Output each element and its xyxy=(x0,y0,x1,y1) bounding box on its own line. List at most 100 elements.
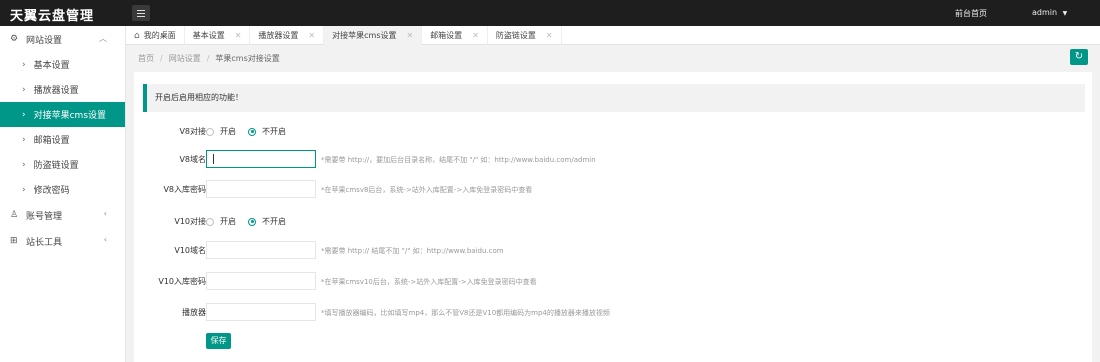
v10-password-hint: *在苹果cmsv10后台，系统->站外入库配置->入库免登录密码中查看 xyxy=(321,278,537,286)
app-title: 天翼云盘管理 xyxy=(10,9,95,24)
chevron-left-icon: ‹ xyxy=(103,235,107,244)
refresh-button[interactable]: ↻ xyxy=(1070,49,1088,65)
sidebar-item-label: 修改密码 xyxy=(33,186,70,196)
gear-icon: ⚙ xyxy=(10,33,19,44)
chevron-left-icon: ‹ xyxy=(103,209,107,218)
notice-banner: 开启后启用相应的功能！ xyxy=(143,84,1085,112)
text-cursor xyxy=(213,154,214,164)
sidebar-item-label: 基本设置 xyxy=(33,61,70,71)
tab-label: 对接苹果cms设置 xyxy=(332,31,397,40)
user-icon: ♙ xyxy=(10,209,19,220)
chevron-right-icon: › xyxy=(22,134,26,145)
v8-domain-row: V8域名 *需要带 http://，要加后台目录名称，结尾不加 "/" 如：ht… xyxy=(134,149,1092,169)
radio-label: 不开启 xyxy=(262,127,286,136)
breadcrumb-home[interactable]: 首页 xyxy=(138,53,154,64)
close-icon[interactable]: ✕ xyxy=(546,31,553,40)
save-button[interactable]: 保存 xyxy=(206,333,231,349)
tab-label: 播放器设置 xyxy=(258,31,299,40)
v10-domain-input[interactable] xyxy=(206,241,316,259)
v8-password-hint: *在苹果cmsv8后台，系统->站外入库配置->入库免登录密码中查看 xyxy=(321,186,533,194)
v8-dock-row: V8对接 开启 不开启 xyxy=(134,121,1092,141)
v10-dock-off-radio[interactable]: 不开启 xyxy=(248,216,286,227)
chevron-right-icon: › xyxy=(22,184,26,195)
v8-dock-on-radio[interactable]: 开启 xyxy=(206,126,236,137)
v10-password-input[interactable] xyxy=(206,272,316,290)
sidebar-item-label: 对接苹果cms设置 xyxy=(33,111,107,121)
v10-domain-hint: *需要带 http:// 结尾不加 "/" 如：http://www.baidu… xyxy=(321,247,504,255)
radio-circle xyxy=(248,217,256,226)
close-icon[interactable]: ✕ xyxy=(406,31,413,40)
tab-basic-settings[interactable]: 基本设置 ✕ xyxy=(185,26,251,45)
breadcrumb-separator: / xyxy=(160,53,163,63)
sidebar-item-basic-settings[interactable]: › 基本设置 xyxy=(0,52,125,77)
v10-password-row: V10入库密码 *在苹果cmsv10后台，系统->站外入库配置->入库免登录密码… xyxy=(134,271,1092,291)
sidebar-group-accounts[interactable]: ♙ 账号管理 ‹ xyxy=(0,202,125,228)
tab-label: 基本设置 xyxy=(192,31,225,40)
tab-email-settings[interactable]: 邮箱设置 ✕ xyxy=(422,26,488,45)
v10-dock-row: V10对接 开启 不开启 xyxy=(134,211,1092,231)
v8-dock-label: V8对接 xyxy=(179,127,206,136)
sidebar-group-site-settings[interactable]: ⚙ 网站设置 ︿ xyxy=(0,26,125,52)
chevron-right-icon: › xyxy=(22,109,26,120)
sidebar-group-label: 站长工具 xyxy=(26,237,63,248)
sidebar-item-label: 播放器设置 xyxy=(33,86,79,96)
player-row: 播放器 *填写播放器编码，比如填写mp4，那么不管V8还是V10都用编码为mp4… xyxy=(134,302,1092,322)
sidebar-item-email-settings[interactable]: › 邮箱设置 xyxy=(0,127,125,152)
player-label: 播放器 xyxy=(182,308,206,317)
tab-bar: ⌂ 我的桌面 基本设置 ✕ 播放器设置 ✕ 对接苹果cms设置 ✕ 邮箱设置 ✕… xyxy=(126,26,1100,45)
radio-label: 开启 xyxy=(220,217,236,226)
sidebar: ⚙ 网站设置 ︿ › 基本设置 › 播放器设置 › 对接苹果cms设置 › 邮箱… xyxy=(0,26,126,362)
v8-domain-input[interactable] xyxy=(206,150,316,168)
grid-icon: ⊞ xyxy=(10,235,18,246)
v10-password-label: V10入库密码 xyxy=(158,277,206,286)
v8-password-input[interactable] xyxy=(206,180,316,198)
menu-toggle-button[interactable] xyxy=(132,5,150,21)
tab-maccms-settings[interactable]: 对接苹果cms设置 ✕ xyxy=(324,26,423,45)
sidebar-group-webmaster-tools[interactable]: ⊞ 站长工具 ‹ xyxy=(0,228,125,254)
caret-down-icon: ▼ xyxy=(1062,10,1068,17)
chevron-right-icon: › xyxy=(22,59,26,70)
sidebar-item-hotlink-settings[interactable]: › 防盗链设置 xyxy=(0,152,125,177)
chevron-right-icon: › xyxy=(22,84,26,95)
v8-domain-label: V8域名 xyxy=(179,155,206,164)
chevron-right-icon: › xyxy=(22,159,26,170)
radio-circle xyxy=(248,127,256,136)
v8-password-label: V8入库密码 xyxy=(163,185,206,194)
radio-label: 不开启 xyxy=(262,217,286,226)
breadcrumb-separator: / xyxy=(206,53,210,63)
v10-dock-label: V10对接 xyxy=(174,217,206,226)
tab-desktop[interactable]: ⌂ 我的桌面 xyxy=(126,26,185,45)
breadcrumb-site-settings[interactable]: 网站设置 xyxy=(169,53,201,64)
close-icon[interactable]: ✕ xyxy=(235,31,242,40)
tab-label: 防盗链设置 xyxy=(495,31,536,40)
chevron-up-icon: ︿ xyxy=(99,34,107,43)
sidebar-group-label: 账号管理 xyxy=(26,211,63,222)
radio-label: 开启 xyxy=(220,127,236,136)
v8-password-row: V8入库密码 *在苹果cmsv8后台，系统->站外入库配置->入库免登录密码中查… xyxy=(134,179,1092,199)
sidebar-item-maccms-settings[interactable]: › 对接苹果cms设置 xyxy=(0,102,125,127)
settings-panel: 开启后启用相应的功能！ V8对接 开启 不开启 V8域名 *需要带 http:/… xyxy=(134,72,1092,362)
close-icon[interactable]: ✕ xyxy=(308,31,315,40)
sidebar-item-change-password[interactable]: › 修改密码 xyxy=(0,177,125,202)
player-hint: *填写播放器编码，比如填写mp4，那么不管V8还是V10都用编码为mp4的播放器… xyxy=(321,309,610,317)
sidebar-item-label: 邮箱设置 xyxy=(33,136,70,146)
breadcrumb-current: 苹果cms对接设置 xyxy=(215,53,280,63)
tab-label: 邮箱设置 xyxy=(430,31,463,40)
breadcrumb: 首页 / 网站设置 / 苹果cms对接设置 xyxy=(134,48,1092,68)
front-page-link[interactable]: 前台首页 xyxy=(955,8,987,19)
refresh-icon: ↻ xyxy=(1074,51,1084,62)
player-input[interactable] xyxy=(206,303,316,321)
sidebar-item-player-settings[interactable]: › 播放器设置 xyxy=(0,77,125,102)
user-menu[interactable]: admin ▼ xyxy=(1032,8,1067,17)
radio-circle xyxy=(206,217,214,226)
home-icon: ⌂ xyxy=(134,30,140,41)
sidebar-item-label: 防盗链设置 xyxy=(33,161,79,171)
tab-player-settings[interactable]: 播放器设置 ✕ xyxy=(250,26,325,45)
tab-hotlink-settings[interactable]: 防盗链设置 ✕ xyxy=(488,26,562,45)
v10-dock-on-radio[interactable]: 开启 xyxy=(206,216,236,227)
v8-dock-off-radio[interactable]: 不开启 xyxy=(248,126,286,137)
sidebar-group-label: 网站设置 xyxy=(26,35,63,46)
user-name: admin xyxy=(1032,8,1058,17)
close-icon[interactable]: ✕ xyxy=(472,31,479,40)
tab-label: 我的桌面 xyxy=(143,31,176,40)
